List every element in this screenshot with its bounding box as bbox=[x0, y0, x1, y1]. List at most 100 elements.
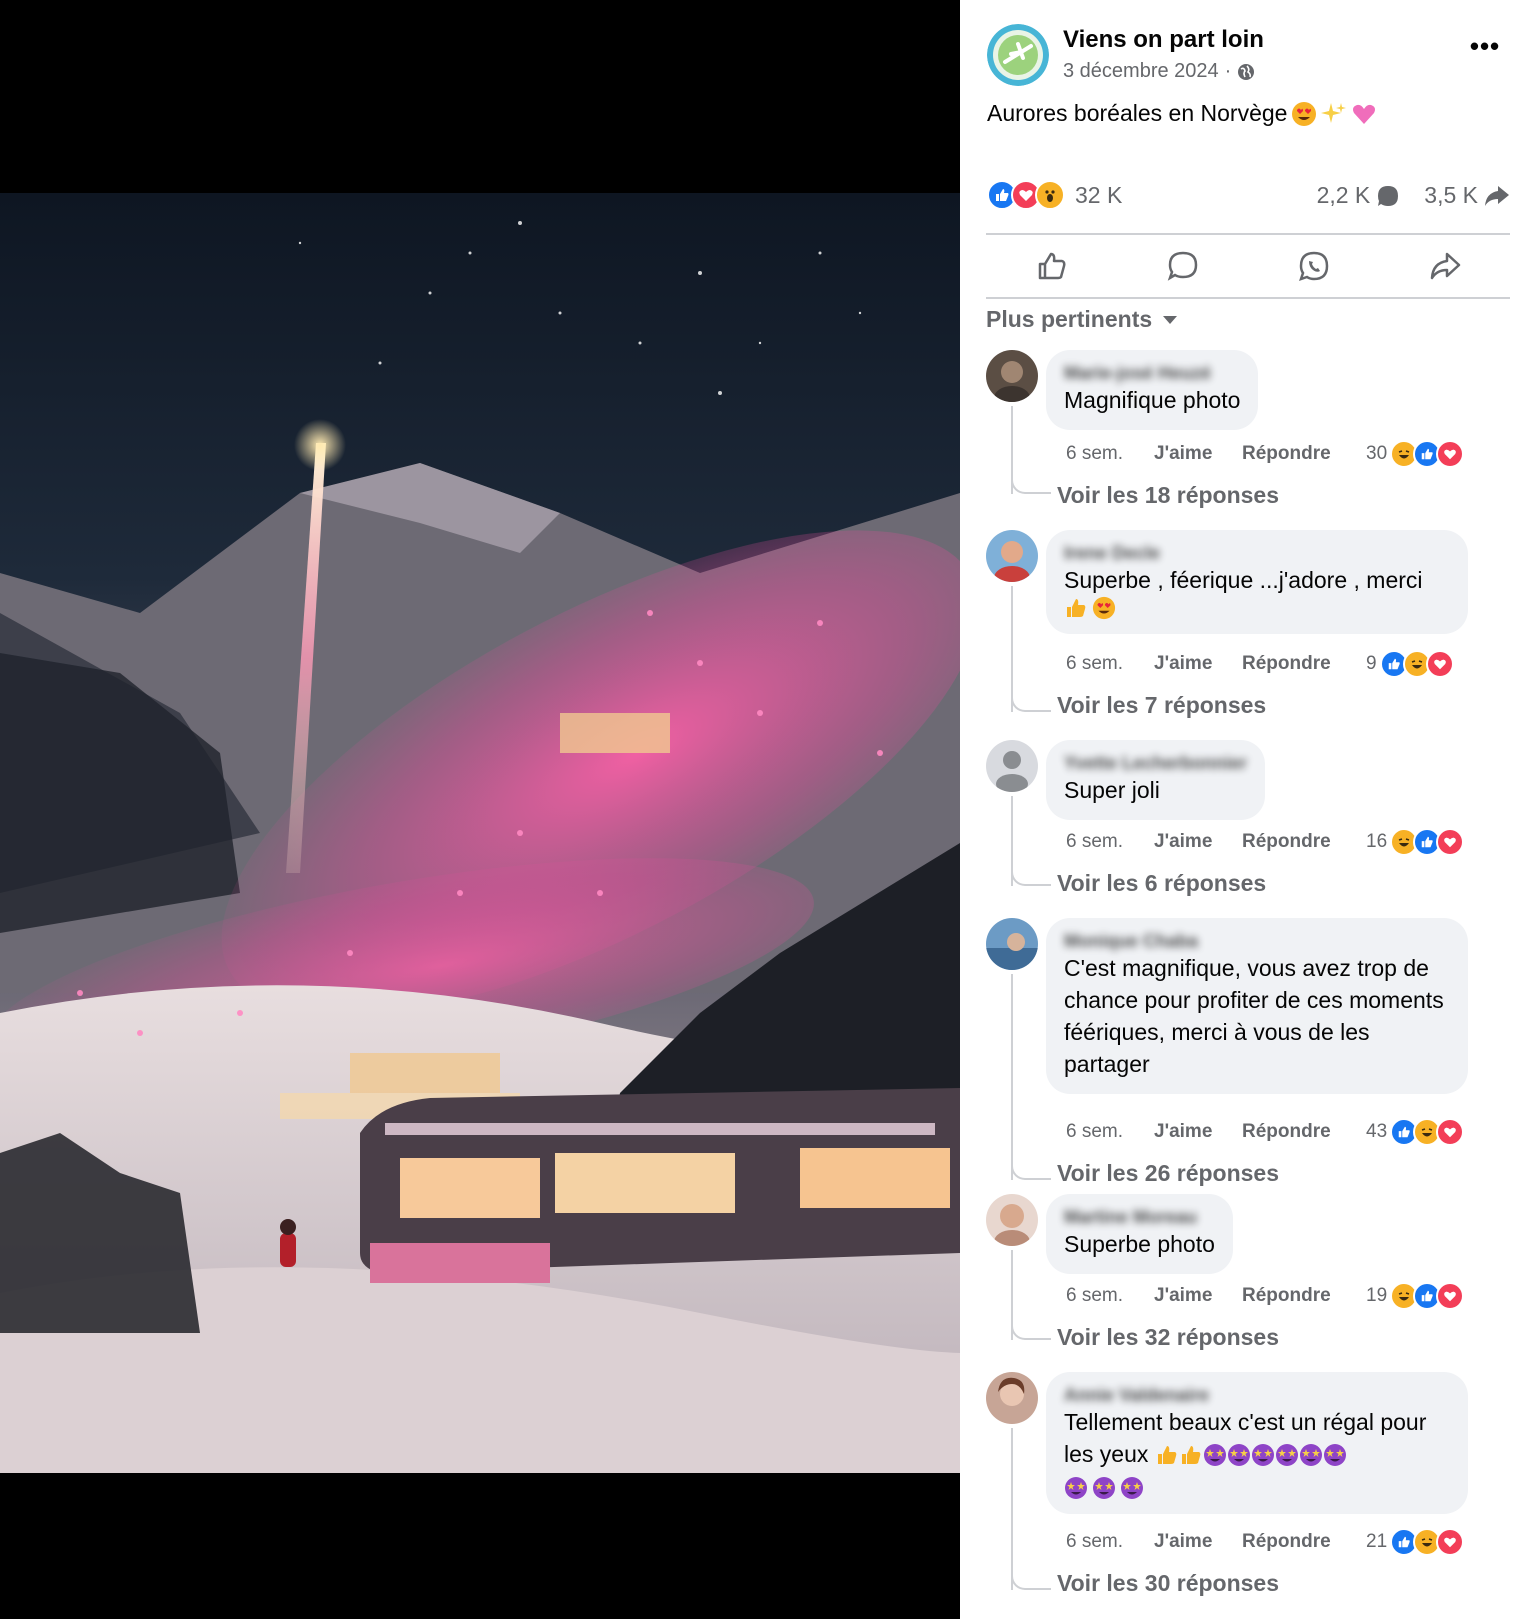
wow-reaction-icon bbox=[1035, 180, 1065, 210]
comment-like-button[interactable]: J'aime bbox=[1154, 1531, 1242, 1553]
commenter-avatar[interactable] bbox=[986, 1372, 1038, 1424]
comment-reactions[interactable]: 43 bbox=[1366, 1118, 1465, 1146]
caption-text: Aurores boréales en Norvège bbox=[987, 100, 1288, 126]
comment-author[interactable]: Annie Valdenaire bbox=[1064, 1384, 1450, 1406]
commenter-avatar[interactable] bbox=[986, 530, 1038, 582]
comment-bubble: Annie Valdenaire Tellement beaux c'est u… bbox=[1046, 1372, 1468, 1515]
share-icon bbox=[1430, 252, 1460, 280]
comment-like-button[interactable]: J'aime bbox=[1154, 443, 1242, 465]
comment-button[interactable] bbox=[1117, 234, 1248, 298]
comment-reply-button[interactable]: Répondre bbox=[1242, 653, 1366, 675]
comment-meta: 6 sem. J'aime Répondre 9 bbox=[1066, 650, 1454, 678]
page-avatar[interactable] bbox=[987, 24, 1049, 86]
comment-like-button[interactable]: J'aime bbox=[1154, 831, 1242, 853]
comment-reaction-count: 9 bbox=[1366, 653, 1377, 674]
love-reaction-icon bbox=[1436, 440, 1465, 468]
thread-hook bbox=[1011, 1322, 1051, 1340]
post-photo[interactable] bbox=[0, 193, 960, 1473]
comment-reactions[interactable]: 30 bbox=[1366, 440, 1465, 468]
comment-author[interactable]: Yvette Lecherbonnier bbox=[1064, 752, 1247, 774]
comment-age[interactable]: 6 sem. bbox=[1066, 1531, 1154, 1553]
view-replies-link[interactable]: Voir les 6 réponses bbox=[1057, 870, 1266, 897]
comment-age[interactable]: 6 sem. bbox=[1066, 1285, 1154, 1307]
comment-text: Superbe photo bbox=[1064, 1231, 1215, 1257]
thumbs-up-emoji-icon bbox=[1067, 599, 1086, 617]
whatsapp-button[interactable] bbox=[1248, 234, 1379, 298]
comment-text: Super joli bbox=[1064, 777, 1160, 803]
reactions-summary[interactable]: 32 K bbox=[987, 180, 1122, 210]
star-struck-emoji-icon bbox=[1299, 1444, 1322, 1467]
engagement-stats: 2,2 K 3,5 K bbox=[1299, 182, 1510, 209]
comment-reactions[interactable]: 9 bbox=[1366, 650, 1454, 678]
comment-reactions[interactable]: 21 bbox=[1366, 1528, 1465, 1556]
comment-reply-button[interactable]: Répondre bbox=[1242, 443, 1366, 465]
comment-author[interactable]: Irene Decle bbox=[1064, 542, 1450, 564]
commenter-avatar[interactable] bbox=[986, 350, 1038, 402]
comment-reaction-count: 19 bbox=[1366, 1285, 1388, 1306]
like-icon bbox=[1038, 252, 1065, 280]
post-caption: Aurores boréales en Norvège bbox=[987, 100, 1377, 127]
comment-reply-button[interactable]: Répondre bbox=[1242, 1285, 1366, 1307]
aurora-train-photo bbox=[0, 193, 960, 1473]
comment-reply-button[interactable]: Répondre bbox=[1242, 831, 1366, 853]
comment-bubble: Yvette Lecherbonnier Super joli bbox=[1046, 740, 1266, 820]
more-options-button[interactable]: ••• bbox=[1465, 33, 1505, 66]
comment-author[interactable]: Martine Moreau bbox=[1064, 1206, 1215, 1228]
thread-hook bbox=[1011, 476, 1051, 494]
comment-icon bbox=[1167, 251, 1197, 281]
page-name[interactable]: Viens on part loin bbox=[1063, 26, 1264, 54]
airplane-logo-icon bbox=[987, 24, 1049, 86]
view-replies-link[interactable]: Voir les 30 réponses bbox=[1057, 1570, 1279, 1597]
comment-age[interactable]: 6 sem. bbox=[1066, 653, 1154, 675]
comment-author[interactable]: Monique Chaba bbox=[1064, 930, 1450, 952]
post-meta: 3 décembre 2024 · bbox=[1063, 60, 1255, 83]
like-button[interactable] bbox=[986, 234, 1117, 298]
comment-like-button[interactable]: J'aime bbox=[1154, 653, 1242, 675]
comment-age[interactable]: 6 sem. bbox=[1066, 1121, 1154, 1143]
comment-meta: 6 sem. J'aime Répondre 30 bbox=[1066, 440, 1465, 468]
commenter-avatar[interactable] bbox=[986, 740, 1038, 792]
view-replies-link[interactable]: Voir les 7 réponses bbox=[1057, 692, 1266, 719]
shares-count: 3,5 K bbox=[1424, 182, 1478, 208]
heart-eyes-emoji-icon bbox=[1092, 596, 1116, 620]
view-replies-link[interactable]: Voir les 18 réponses bbox=[1057, 482, 1279, 509]
comments-stat[interactable]: 2,2 K bbox=[1317, 182, 1401, 209]
love-reaction-icon bbox=[1436, 1118, 1465, 1146]
shares-stat[interactable]: 3,5 K bbox=[1424, 182, 1510, 209]
reactions-count: 32 K bbox=[1075, 181, 1123, 208]
comment-age[interactable]: 6 sem. bbox=[1066, 831, 1154, 853]
comment-reactions[interactable]: 16 bbox=[1366, 828, 1465, 856]
comment-like-button[interactable]: J'aime bbox=[1154, 1121, 1242, 1143]
comment-reply-button[interactable]: Répondre bbox=[1242, 1121, 1366, 1143]
comment-author[interactable]: Marie-josé Heuzé bbox=[1064, 362, 1240, 384]
comment-like-button[interactable]: J'aime bbox=[1154, 1285, 1242, 1307]
comment-bubble: Monique Chaba C'est magnifique, vous ave… bbox=[1046, 918, 1468, 1094]
comment-sort-dropdown[interactable]: Plus pertinents bbox=[986, 306, 1178, 333]
star-struck-emoji-icon bbox=[1093, 1477, 1115, 1500]
post-panel: Viens on part loin 3 décembre 2024 · •••… bbox=[960, 0, 1536, 1619]
star-struck-emoji-icon bbox=[1275, 1444, 1298, 1467]
love-reaction-icon bbox=[1436, 828, 1465, 856]
commenter-avatar[interactable] bbox=[986, 918, 1038, 970]
comment-emojis bbox=[1064, 596, 1450, 620]
thread-line bbox=[1011, 1428, 1013, 1590]
comment-text: C'est magnifique, vous avez trop de chan… bbox=[1064, 955, 1444, 1077]
comment-meta: 6 sem. J'aime Répondre 21 bbox=[1066, 1528, 1465, 1556]
comment-reaction-count: 30 bbox=[1366, 443, 1388, 464]
share-button[interactable] bbox=[1379, 234, 1510, 298]
comment-text: Magnifique photo bbox=[1064, 387, 1241, 413]
comment-age[interactable]: 6 sem. bbox=[1066, 443, 1154, 465]
comment-bubble: Irene Decle Superbe , féerique ...j'ador… bbox=[1046, 530, 1468, 634]
comment-reactions[interactable]: 19 bbox=[1366, 1282, 1465, 1310]
comment-reaction-count: 16 bbox=[1366, 831, 1388, 852]
thread-line bbox=[1011, 974, 1013, 1180]
share-arrow-icon bbox=[1485, 185, 1509, 206]
love-reaction-icon bbox=[1425, 650, 1454, 678]
post-date[interactable]: 3 décembre 2024 bbox=[1063, 60, 1219, 83]
star-struck-emoji-icon bbox=[1227, 1444, 1250, 1467]
view-replies-link[interactable]: Voir les 26 réponses bbox=[1057, 1160, 1279, 1187]
commenter-avatar[interactable] bbox=[986, 1194, 1038, 1246]
comment-reply-button[interactable]: Répondre bbox=[1242, 1531, 1366, 1553]
view-replies-link[interactable]: Voir les 32 réponses bbox=[1057, 1324, 1279, 1351]
heart-eyes-emoji-icon bbox=[1292, 101, 1317, 126]
